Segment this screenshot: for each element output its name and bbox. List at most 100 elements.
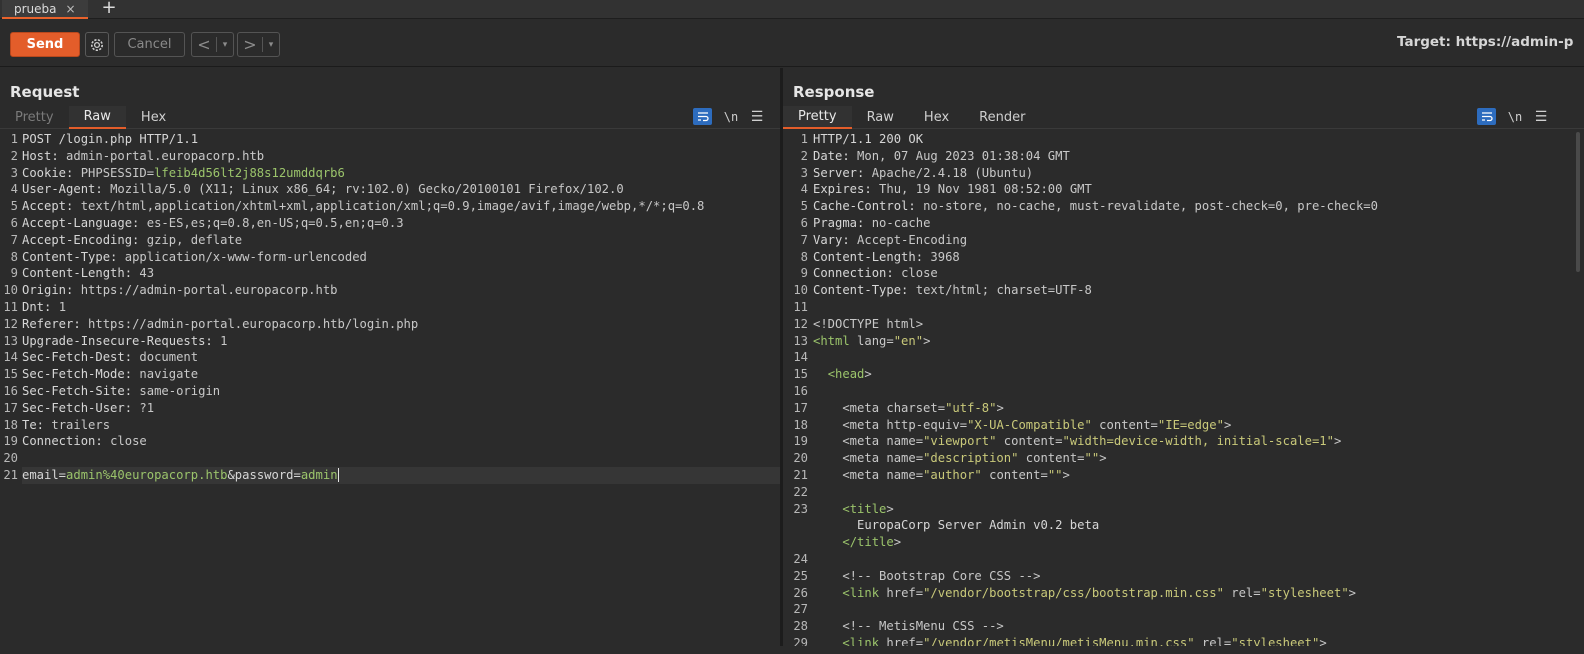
- target-display[interactable]: Target: https://admin-p: [1397, 34, 1573, 50]
- header-name: Content-Length:: [22, 266, 140, 281]
- wrap-lines-icon[interactable]: [1477, 108, 1496, 125]
- header-name: Content-Length:: [813, 249, 931, 264]
- param-name: &password=: [227, 467, 301, 482]
- header-name: Accept:: [22, 199, 81, 214]
- close-icon[interactable]: ×: [66, 2, 76, 16]
- code-line: 9 Connection: close: [783, 265, 1584, 282]
- code-line: 12 <!DOCTYPE html>: [783, 316, 1584, 333]
- code-line: 24: [783, 551, 1584, 568]
- code-text: <meta: [813, 400, 887, 415]
- line-text: Connection: close: [22, 433, 780, 450]
- attr-value: "en": [893, 333, 924, 348]
- header-name: HTTP/1.1 200 OK: [813, 132, 924, 146]
- line-text: <link href="/vendor/bootstrap/css/bootst…: [813, 585, 1584, 602]
- header-value: text/html; charset=UTF-8: [915, 283, 1092, 298]
- line-number: 15: [793, 367, 808, 382]
- add-tab-icon[interactable]: +: [100, 0, 118, 18]
- attr-value: "author": [923, 467, 982, 482]
- code-line: 13 Upgrade-Insecure-Requests: 1: [0, 333, 780, 350]
- tab-raw[interactable]: Raw: [852, 106, 909, 129]
- header-value: gzip, deflate: [146, 232, 243, 247]
- header-value: Thu, 19 Nov 1981 08:52:00 GMT: [879, 182, 1092, 197]
- menu-icon[interactable]: ☰: [1534, 109, 1548, 125]
- back-dropdown-icon[interactable]: ▾: [217, 40, 233, 50]
- header-name: Dnt:: [22, 299, 59, 314]
- code-line: 10 Content-Type: text/html; charset=UTF-8: [783, 282, 1584, 299]
- code-line: 7 Vary: Accept-Encoding: [783, 232, 1584, 249]
- code-text: name=: [886, 467, 924, 482]
- line-number: 28: [793, 619, 808, 634]
- request-editor[interactable]: 1 POST /login.php HTTP/1.1 2 Host: admin-po…: [0, 131, 780, 646]
- line-text: <!DOCTYPE html>: [813, 316, 1584, 333]
- header-name: Accept-Language:: [22, 215, 147, 230]
- line-number: 1: [10, 132, 18, 146]
- line-text: Sec-Fetch-Site: same-origin: [22, 383, 780, 400]
- code-line: 17 <meta charset="utf-8">: [783, 400, 1584, 417]
- header-value: https://admin-portal.europacorp.htb: [80, 283, 338, 298]
- header-name: Content-Type:: [813, 283, 916, 298]
- request-editor-tools: \n ☰: [693, 108, 764, 125]
- text-caret: [337, 468, 339, 483]
- line-text: <link href="/vendor/metisMenu/metisMenu.…: [813, 635, 1584, 646]
- settings-button[interactable]: [85, 32, 109, 57]
- line-text: Accept-Language: es-ES,es;q=0.8,en-US;q=…: [22, 215, 780, 232]
- tab-pretty[interactable]: Pretty: [0, 106, 69, 129]
- forward-arrow-icon[interactable]: >: [238, 35, 262, 54]
- line-number: 11: [3, 299, 18, 314]
- code-text: >: [1319, 635, 1327, 646]
- html-tag: <html: [813, 333, 858, 348]
- header-value: 3968: [930, 249, 960, 264]
- cancel-button[interactable]: Cancel: [114, 32, 185, 57]
- forward-dropdown-icon[interactable]: ▾: [263, 40, 279, 50]
- code-text: >: [1099, 451, 1107, 466]
- code-text: <!-- MetisMenu CSS -->: [813, 619, 1004, 634]
- code-line: 28 <!-- MetisMenu CSS -->: [783, 618, 1584, 635]
- tab-strip: prueba × +: [0, 0, 1584, 19]
- line-text: [813, 299, 1584, 316]
- tab-prueba[interactable]: prueba ×: [2, 0, 88, 19]
- request-title: Request: [10, 83, 80, 101]
- tab-hex[interactable]: Hex: [909, 106, 964, 129]
- line-text: [813, 383, 1584, 400]
- show-newlines-toggle[interactable]: \n: [722, 110, 740, 124]
- header-name: Sec-Fetch-Mode:: [22, 367, 140, 382]
- html-tag: <head: [827, 367, 865, 382]
- line-number: 10: [3, 283, 18, 298]
- code-text: >: [893, 535, 902, 550]
- code-line: 15 Sec-Fetch-Mode: navigate: [0, 366, 780, 383]
- send-button[interactable]: Send: [10, 32, 80, 57]
- tab-pretty[interactable]: Pretty: [783, 106, 852, 129]
- attr-value: "": [1047, 467, 1063, 482]
- line-text: Date: Mon, 07 Aug 2023 01:38:04 GMT: [813, 148, 1584, 165]
- code-line: 1 HTTP/1.1 200 OK: [783, 131, 1584, 148]
- line-text: <meta name="description" content="">: [813, 450, 1584, 467]
- code-line: 16 Sec-Fetch-Site: same-origin: [0, 383, 780, 400]
- response-editor[interactable]: 1 HTTP/1.1 200 OK 2 Date: Mon, 07 Aug 2023 …: [783, 131, 1584, 646]
- header-name: Upgrade-Insecure-Requests:: [22, 333, 221, 348]
- code-line: 26 <link href="/vendor/bootstrap/css/boo…: [783, 585, 1584, 602]
- code-text: >: [1333, 434, 1342, 449]
- line-number: 5: [800, 199, 808, 214]
- show-newlines-toggle[interactable]: \n: [1506, 110, 1524, 124]
- back-arrow-icon[interactable]: <: [192, 35, 216, 54]
- attr-value: "X-UA-Compatible": [967, 417, 1092, 432]
- code-line: 3 Server: Apache/2.4.18 (Ubuntu): [783, 165, 1584, 182]
- code-line: </title>: [783, 534, 1584, 551]
- line-text: <head>: [813, 366, 1584, 383]
- tab-render[interactable]: Render: [964, 106, 1040, 129]
- code-line: 6 Accept-Language: es-ES,es;q=0.8,en-US;q…: [0, 215, 780, 232]
- header-value: admin-portal.europacorp.htb: [66, 148, 265, 163]
- vertical-scrollbar[interactable]: [1576, 132, 1580, 272]
- attr-value: "/vendor/metisMenu/metisMenu.min.css": [923, 635, 1195, 646]
- line-number: 7: [10, 232, 18, 247]
- menu-icon[interactable]: ☰: [750, 109, 764, 125]
- html-tag: <link: [842, 635, 887, 646]
- line-text: [813, 601, 1584, 618]
- attr-value: "stylesheet": [1231, 635, 1320, 646]
- tab-raw[interactable]: Raw: [68, 106, 126, 129]
- wrap-lines-icon[interactable]: [693, 108, 712, 125]
- code-line: 1 POST /login.php HTTP/1.1: [0, 131, 780, 148]
- tab-hex[interactable]: Hex: [126, 106, 181, 129]
- code-text: charset=: [886, 400, 946, 415]
